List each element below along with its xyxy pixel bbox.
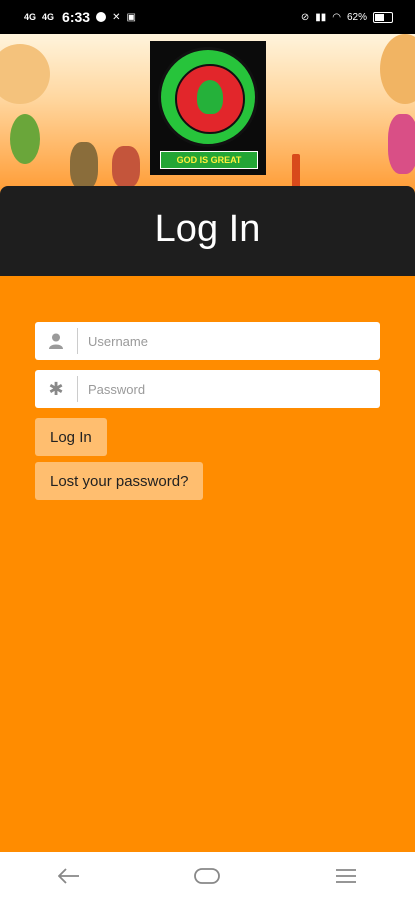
battery-percent: 62% — [346, 11, 367, 23]
decor-kid-left — [70, 142, 98, 190]
asterisk-icon: ✱ — [48, 378, 64, 399]
wifi-icon: ◠ — [332, 11, 341, 23]
username-field[interactable] — [35, 321, 380, 361]
logo-banner-text: GOD IS GREAT — [160, 151, 258, 169]
home-icon[interactable] — [187, 856, 227, 896]
decor-kid-mid — [112, 146, 140, 188]
bird-icon — [197, 80, 223, 114]
back-arrow-icon[interactable] — [49, 856, 89, 896]
battery-icon — [373, 11, 393, 23]
password-field[interactable]: ✱ — [35, 369, 380, 409]
password-input[interactable] — [78, 369, 380, 409]
status-bar: 4G 4G 6:33 ✕ ▣ ⊘ ▮▮ ◠ 62% — [0, 0, 415, 34]
notification-icon-2: ✕ — [112, 11, 121, 23]
status-left: 4G 4G 6:33 ✕ ▣ — [24, 9, 136, 25]
logo-ring — [158, 47, 258, 147]
decor-kid-right — [388, 114, 415, 174]
status-time: 6:33 — [62, 9, 91, 25]
username-input[interactable] — [78, 321, 380, 361]
decor-cartoon-right — [380, 34, 415, 104]
lost-password-button[interactable]: Lost your password? — [35, 462, 204, 500]
status-right: ⊘ ▮▮ ◠ 62% — [300, 11, 393, 23]
school-logo: GOD IS GREAT — [150, 41, 266, 175]
notification-icon — [96, 12, 107, 22]
notification-icon-3: ▣ — [126, 11, 136, 23]
system-nav-bar — [0, 852, 415, 900]
decor-leaf-left — [10, 114, 40, 164]
page-title: Log In — [154, 208, 261, 250]
battery-level — [375, 13, 384, 21]
login-title-bar: Log In — [0, 186, 415, 276]
decor-cartoon-left — [0, 44, 50, 104]
mute-icon: ⊘ — [300, 11, 310, 23]
logo-emblem — [175, 64, 245, 134]
user-icon — [35, 322, 77, 360]
signal-icon-2: 4G — [42, 12, 55, 22]
menu-icon[interactable] — [326, 856, 366, 896]
data-icon: ▮▮ — [315, 11, 327, 23]
login-button[interactable]: Log In — [35, 418, 107, 456]
signal-icon: 4G — [24, 12, 37, 22]
